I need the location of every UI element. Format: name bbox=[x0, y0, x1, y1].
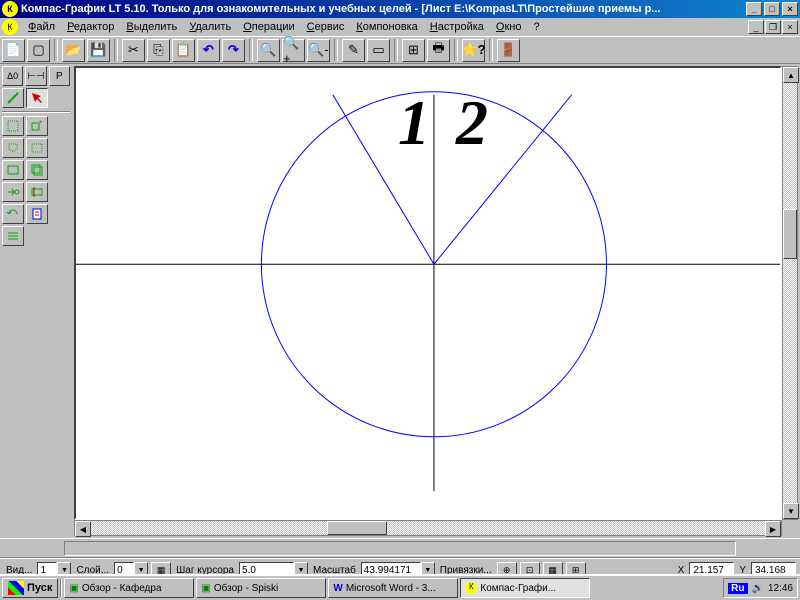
left-toolbox: Δ0 ⊢⊣ P + bbox=[0, 64, 72, 538]
line-tool-button[interactable] bbox=[2, 88, 24, 108]
titlebar: К Компас-График LT 5.10. Только для озна… bbox=[0, 0, 800, 18]
copy-button[interactable]: ⎘ bbox=[147, 39, 170, 62]
app-menu-icon[interactable]: К bbox=[2, 19, 18, 35]
taskbar: Пуск ▣Обзор - Кафедра ▣Обзор - Spiski WM… bbox=[0, 574, 800, 600]
select-rect-button[interactable] bbox=[2, 116, 24, 136]
preview-button[interactable]: 🖶 bbox=[427, 39, 450, 62]
scroll-left-button[interactable]: ◀ bbox=[75, 521, 91, 537]
scroll-down-button[interactable]: ▼ bbox=[783, 503, 799, 519]
select-crossing-button[interactable] bbox=[2, 160, 24, 180]
windows-flag-icon bbox=[8, 581, 24, 595]
menu-operations[interactable]: Операции bbox=[237, 19, 300, 35]
window-button[interactable]: ⊞ bbox=[402, 39, 425, 62]
menu-service[interactable]: Сервис bbox=[301, 19, 351, 35]
cursor-tool-button[interactable] bbox=[26, 88, 48, 108]
select-layer-button[interactable] bbox=[26, 160, 48, 180]
svg-text:+: + bbox=[39, 120, 43, 126]
sector-label-2: 2 bbox=[456, 86, 488, 160]
zoom-button[interactable]: 🔍 bbox=[257, 39, 280, 62]
vertical-scrollbar[interactable]: ▲ ▼ bbox=[782, 66, 798, 520]
drawing-canvas[interactable]: 1 2 bbox=[74, 66, 782, 520]
menu-edit[interactable]: Редактор bbox=[61, 19, 120, 35]
select-window-button[interactable] bbox=[26, 138, 48, 158]
task-word[interactable]: WMicrosoft Word - 3... bbox=[328, 578, 458, 598]
close-button[interactable]: × bbox=[782, 2, 798, 16]
menu-file[interactable]: Файл bbox=[22, 19, 61, 35]
menu-window[interactable]: Окно bbox=[490, 19, 528, 35]
view-button[interactable]: ▭ bbox=[367, 39, 390, 62]
select-add-button[interactable]: + bbox=[26, 116, 48, 136]
undo-button[interactable]: ↶ bbox=[197, 39, 220, 62]
new-doc-button[interactable]: 📄 bbox=[2, 39, 25, 62]
menu-layout[interactable]: Компоновка bbox=[350, 19, 423, 35]
edit-button[interactable]: ✎ bbox=[342, 39, 365, 62]
mdi-restore-button[interactable]: ❐ bbox=[765, 20, 781, 34]
cut-button[interactable]: ✂ bbox=[122, 39, 145, 62]
app-icon: К bbox=[2, 1, 18, 17]
properties-button[interactable] bbox=[26, 204, 48, 224]
save-button[interactable]: 💾 bbox=[87, 39, 110, 62]
clock[interactable]: 12:46 bbox=[768, 583, 793, 594]
new-blank-button[interactable]: ▢ bbox=[27, 39, 50, 62]
hatch-button[interactable] bbox=[2, 226, 24, 246]
scroll-up-button[interactable]: ▲ bbox=[783, 67, 799, 83]
minimize-button[interactable]: _ bbox=[746, 2, 762, 16]
open-button[interactable]: 📂 bbox=[62, 39, 85, 62]
menu-select[interactable]: Выделить bbox=[120, 19, 183, 35]
snap-button[interactable]: ⊢⊣ bbox=[25, 66, 46, 86]
language-indicator[interactable]: Ru bbox=[728, 583, 747, 594]
main-toolbar: 📄 ▢ 📂 💾 ✂ ⎘ 📋 ↶ ↷ 🔍 🔍+ 🔍- ✎ ▭ ⊞ 🖶 ⭐? 🚪 bbox=[0, 36, 800, 64]
select-prev-button[interactable] bbox=[2, 182, 24, 202]
window-title: Компас-График LT 5.10. Только для ознако… bbox=[21, 3, 746, 15]
exit-button[interactable]: 🚪 bbox=[497, 39, 520, 62]
redo-button[interactable]: ↷ bbox=[222, 39, 245, 62]
paste-button[interactable]: 📋 bbox=[172, 39, 195, 62]
task-obzor-kafedra[interactable]: ▣Обзор - Кафедра bbox=[64, 578, 194, 598]
menu-settings[interactable]: Настройка bbox=[424, 19, 490, 35]
scroll-right-button[interactable]: ▶ bbox=[765, 521, 781, 537]
task-kompas[interactable]: ККомпас-Графи... bbox=[460, 578, 590, 598]
select-poly-button[interactable] bbox=[2, 138, 24, 158]
menubar: К Файл Редактор Выделить Удалить Операци… bbox=[0, 18, 800, 36]
zoom-out-button[interactable]: 🔍- bbox=[307, 39, 330, 62]
mdi-close-button[interactable]: × bbox=[782, 20, 798, 34]
parameters-panel bbox=[0, 538, 800, 558]
mode-a-button[interactable]: Δ0 bbox=[2, 66, 23, 86]
start-button[interactable]: Пуск bbox=[2, 578, 58, 598]
horizontal-scrollbar[interactable]: ◀ ▶ bbox=[74, 520, 782, 536]
menu-delete[interactable]: Удалить bbox=[183, 19, 237, 35]
sector-label-1: 1 bbox=[398, 86, 430, 160]
mdi-minimize-button[interactable]: _ bbox=[748, 20, 764, 34]
select-group-button[interactable] bbox=[26, 182, 48, 202]
maximize-button[interactable]: □ bbox=[764, 2, 780, 16]
zoom-in-button[interactable]: 🔍+ bbox=[282, 39, 305, 62]
deselect-button[interactable] bbox=[2, 204, 24, 224]
menu-help[interactable]: ? bbox=[528, 19, 546, 35]
param-button[interactable]: P bbox=[49, 66, 70, 86]
system-tray[interactable]: Ru 🔊 12:46 bbox=[723, 578, 798, 598]
task-obzor-spiski[interactable]: ▣Обзор - Spiski bbox=[196, 578, 326, 598]
context-help-button[interactable]: ⭐? bbox=[462, 39, 485, 62]
volume-icon[interactable]: 🔊 bbox=[752, 583, 764, 594]
